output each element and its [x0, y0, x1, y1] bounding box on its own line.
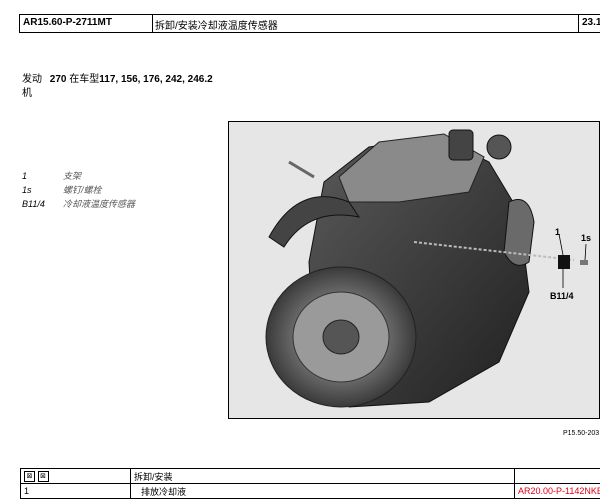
procedure-table: ⊠ ⊠ 拆卸/安装 1 排放冷却液 AR20.00-P-1142NKB [20, 468, 600, 499]
document-header: AR15.60-P-2711MT 拆卸/安装冷却液温度传感器 23.10.13 [19, 14, 600, 33]
ref-header [514, 468, 600, 484]
engine-number: 270 [49, 74, 67, 85]
step-number: 1 [20, 483, 131, 499]
in-vehicle-label: 在车型 [69, 74, 100, 85]
callout-1: 1 [555, 227, 560, 237]
step-text: 排放冷却液 [130, 483, 515, 499]
expand-icon[interactable]: ⊠ [24, 471, 35, 482]
doc-id: AR15.60-P-2711MT [20, 15, 153, 32]
vehicle-models: 117, 156, 176, 242, 246.2 [99, 74, 213, 85]
action-header: 拆卸/安装 [130, 468, 515, 484]
callout-1s: 1s [581, 233, 591, 243]
engine-drawing: 1 1s B11/4 [265, 129, 591, 408]
engine-label: 发动 [22, 74, 42, 85]
table-header-row: ⊠ ⊠ 拆卸/安装 [20, 468, 600, 484]
toggle-icons[interactable]: ⊠ ⊠ [20, 468, 131, 484]
model-applicability: 发动 270 在车型117, 156, 176, 242, 246.2 机 [22, 73, 213, 99]
step-reference-link[interactable]: AR20.00-P-1142NKB [514, 483, 600, 499]
engine-illustration: 1 1s B11/4 [228, 121, 600, 419]
callout-b11-4: B11/4 [550, 291, 574, 301]
table-row: 1 排放冷却液 AR20.00-P-1142NKB [20, 483, 600, 499]
figure-id: P15.50-203 [563, 430, 600, 437]
doc-title: 拆卸/安装冷却液温度传感器 [153, 15, 579, 32]
engine-label-2: 机 [22, 88, 32, 99]
doc-date: 23.10.13 [582, 17, 600, 28]
collapse-icon[interactable]: ⊠ [37, 471, 49, 482]
